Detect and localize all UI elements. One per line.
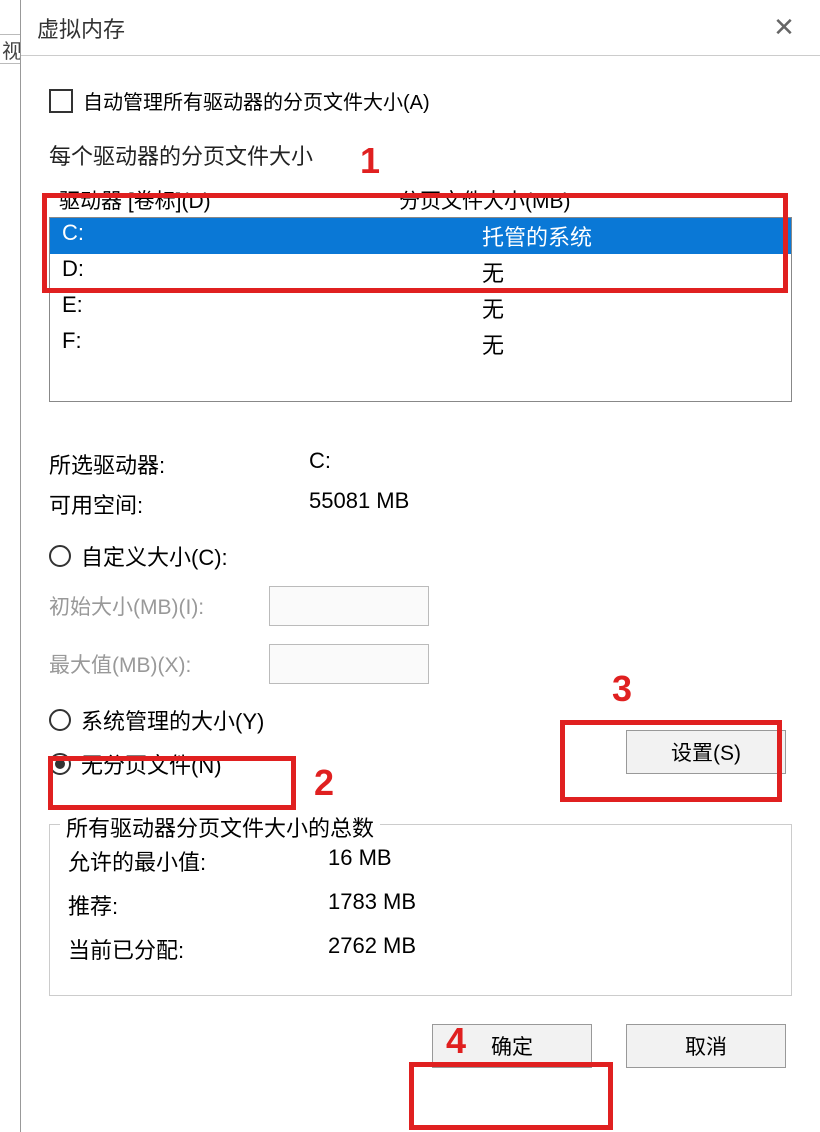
min-label: 允许的最小值: bbox=[68, 845, 328, 877]
background-fragment: 视 bbox=[0, 34, 20, 64]
radio-none-label: 无分页文件(N) bbox=[81, 748, 222, 780]
set-button[interactable]: 设置(S) bbox=[626, 730, 786, 774]
drive-name: C: bbox=[62, 220, 482, 252]
radio-icon bbox=[49, 545, 71, 567]
selected-drive-value: C: bbox=[309, 448, 792, 480]
ok-button[interactable]: 确定 bbox=[432, 1024, 592, 1068]
drive-name: E: bbox=[62, 292, 482, 324]
selected-drive-label: 所选驱动器: bbox=[49, 448, 309, 480]
totals-group-title: 所有驱动器分页文件大小的总数 bbox=[60, 811, 380, 843]
drive-row[interactable]: D: 无 bbox=[50, 254, 791, 290]
min-value: 16 MB bbox=[328, 845, 773, 877]
drive-list[interactable]: C: 托管的系统 D: 无 E: 无 F: 无 bbox=[49, 217, 792, 402]
dialog-buttons: 确定 取消 bbox=[49, 1024, 792, 1068]
drive-row[interactable]: C: 托管的系统 bbox=[50, 218, 791, 254]
auto-manage-label: 自动管理所有驱动器的分页文件大小(A) bbox=[83, 86, 430, 115]
drive-row[interactable]: F: 无 bbox=[50, 326, 791, 362]
radio-system-label: 系统管理的大小(Y) bbox=[81, 704, 264, 736]
selected-drive-info: 所选驱动器: C: 可用空间: 55081 MB bbox=[49, 448, 792, 520]
available-space-value: 55081 MB bbox=[309, 488, 792, 520]
drive-name: F: bbox=[62, 328, 482, 360]
available-space-label: 可用空间: bbox=[49, 488, 309, 520]
radio-icon bbox=[49, 753, 71, 775]
dialog-content: 自动管理所有驱动器的分页文件大小(A) 每个驱动器的分页文件大小 驱动器 [卷标… bbox=[21, 56, 820, 1068]
close-icon[interactable]: ✕ bbox=[764, 8, 804, 48]
titlebar: 虚拟内存 ✕ bbox=[21, 0, 820, 56]
max-size-label: 最大值(MB)(X): bbox=[49, 649, 269, 679]
initial-size-input[interactable] bbox=[269, 586, 429, 626]
drive-name: D: bbox=[62, 256, 482, 288]
header-drive: 驱动器 [卷标](D) bbox=[59, 185, 399, 215]
drive-size: 无 bbox=[482, 292, 779, 324]
per-drive-label: 每个驱动器的分页文件大小 bbox=[49, 139, 792, 171]
totals-group: 所有驱动器分页文件大小的总数 允许的最小值: 16 MB 推荐: 1783 MB… bbox=[49, 824, 792, 996]
max-size-input[interactable] bbox=[269, 644, 429, 684]
drive-size: 托管的系统 bbox=[482, 220, 779, 252]
allocated-label: 当前已分配: bbox=[68, 933, 328, 965]
radio-icon bbox=[49, 709, 71, 731]
dialog-title: 虚拟内存 bbox=[37, 12, 764, 44]
radio-custom-label: 自定义大小(C): bbox=[81, 540, 228, 572]
dialog-window: 虚拟内存 ✕ 自动管理所有驱动器的分页文件大小(A) 每个驱动器的分页文件大小 … bbox=[20, 0, 820, 1132]
drive-list-headers: 驱动器 [卷标](D) 分页文件大小(MB) bbox=[49, 179, 792, 217]
cancel-button[interactable]: 取消 bbox=[626, 1024, 786, 1068]
recommended-label: 推荐: bbox=[68, 889, 328, 921]
header-size: 分页文件大小(MB) bbox=[399, 185, 782, 215]
recommended-value: 1783 MB bbox=[328, 889, 773, 921]
initial-size-label: 初始大小(MB)(I): bbox=[49, 591, 269, 621]
drive-size: 无 bbox=[482, 256, 779, 288]
size-inputs: 初始大小(MB)(I): 最大值(MB)(X): bbox=[49, 586, 792, 684]
checkbox-icon bbox=[49, 89, 73, 113]
auto-manage-checkbox[interactable]: 自动管理所有驱动器的分页文件大小(A) bbox=[49, 86, 792, 115]
allocated-value: 2762 MB bbox=[328, 933, 773, 965]
drive-size: 无 bbox=[482, 328, 779, 360]
drive-row[interactable]: E: 无 bbox=[50, 290, 791, 326]
radio-custom-size[interactable]: 自定义大小(C): bbox=[49, 540, 792, 572]
